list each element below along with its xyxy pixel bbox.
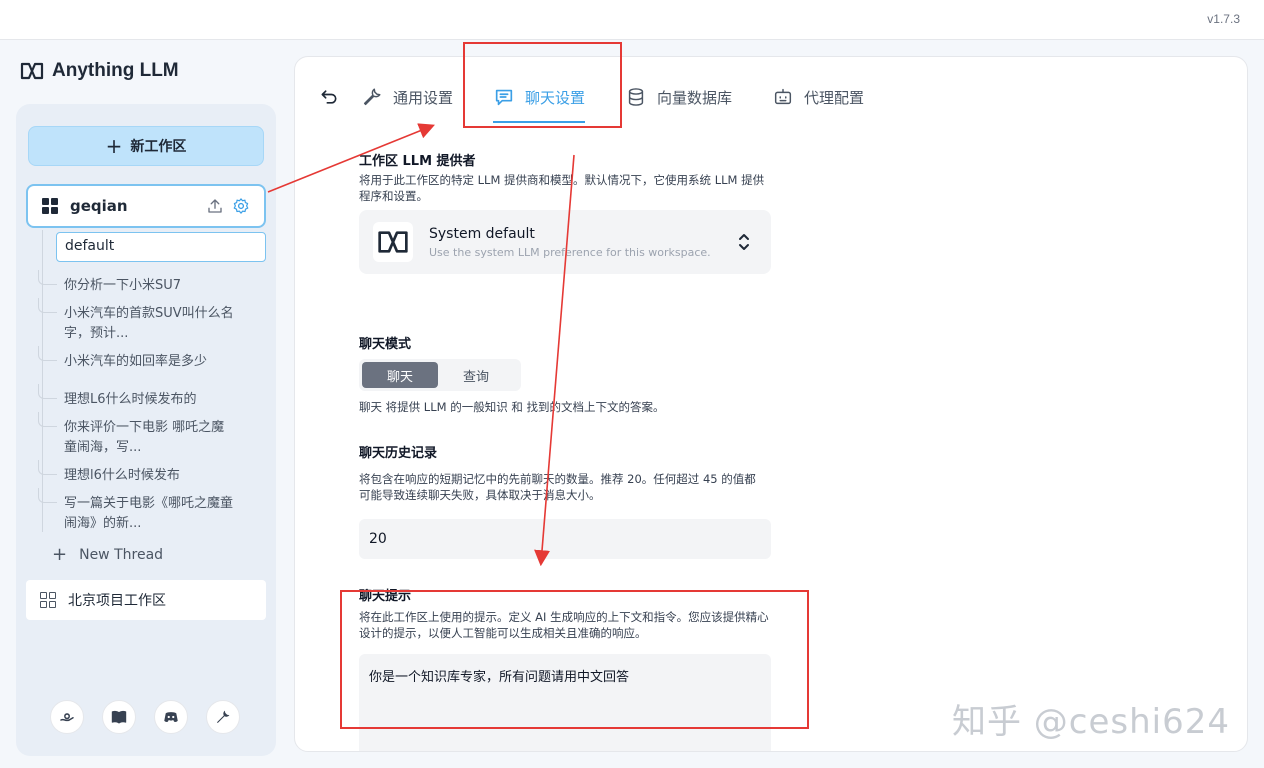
tab-general-settings[interactable]: 通用设置 (361, 79, 453, 115)
version-label: v1.7.3 (1207, 12, 1240, 26)
tab-vector-database[interactable]: 向量数据库 (625, 79, 732, 115)
robot-icon (774, 88, 792, 105)
provider-desc: Use the system LLM preference for this w… (429, 245, 711, 259)
workspace-item[interactable]: 北京项目工作区 (26, 580, 266, 620)
discord-button[interactable] (154, 700, 188, 734)
community-hub-button[interactable] (50, 700, 84, 734)
thread-item[interactable]: 小米汽车的如回率是多少 (38, 346, 234, 372)
tab-label: 代理配置 (804, 88, 865, 107)
new-workspace-label: 新工作区 (130, 139, 187, 155)
docs-book-icon (111, 710, 127, 724)
anythingllm-logo-icon (20, 62, 44, 80)
chat-mode-desc: 聊天 将提供 LLM 的一般知识 和 找到的文档上下文的答案。 (359, 400, 665, 414)
thread-item-default[interactable]: default (56, 232, 266, 262)
settings-wrench-icon (217, 710, 230, 723)
watermark-text: 知乎 @ceshi624 (952, 702, 1231, 742)
thread-item[interactable]: 你来评价一下电影 哪吒之魔童闹海，写... (38, 412, 234, 458)
gear-icon[interactable] (232, 197, 250, 215)
plus-icon: + (52, 544, 68, 565)
settings-button[interactable] (206, 700, 240, 734)
tab-label: 通用设置 (393, 88, 454, 107)
chat-prompt-title: 聊天提示 (359, 589, 412, 604)
new-thread-button[interactable]: + New Thread (52, 544, 163, 565)
docs-button[interactable] (102, 700, 136, 734)
settings-tabs: 通用设置 聊天设置 向量数据库 代理配置 (319, 79, 904, 123)
sidebar: + 新工作区 geqian default 你分析一下小米SU7 小米汽车的首款… (16, 104, 276, 756)
wrench-icon (363, 88, 381, 106)
thread-item[interactable]: 小米汽车的首款SUV叫什么名字，预计... (38, 298, 234, 344)
chat-history-title: 聊天历史记录 (359, 446, 438, 461)
thread-item[interactable]: 理想l6什么时候发布 (38, 460, 234, 486)
chat-mode-toggle: 聊天 查询 (359, 359, 521, 391)
workspace-item-active[interactable]: geqian (26, 184, 266, 228)
app-container: Anything LLM + 新工作区 geqian default 你分析一下… (0, 40, 1264, 768)
tab-label: 向量数据库 (657, 88, 733, 107)
workspace-grid-icon (42, 198, 58, 214)
chat-prompt-desc: 将在此工作区上使用的提示。定义 AI 生成响应的上下文和指令。您应该提供精心设计… (359, 610, 769, 640)
provider-logo (373, 222, 413, 262)
community-hub-icon (60, 713, 74, 722)
anythingllm-logo-icon (378, 231, 408, 253)
llm-provider-select[interactable]: System default Use the system LLM prefer… (359, 210, 771, 274)
chat-history-desc: 将包含在响应的短期记忆中的先前聊天的数量。推荐 20。任何超过 45 的值都可能… (359, 472, 756, 502)
settings-panel: 通用设置 聊天设置 向量数据库 代理配置 工作区 LLM 提供者 将用于此工作区… (294, 56, 1248, 752)
chat-mode-title: 聊天模式 (359, 337, 412, 352)
thread-item[interactable]: 写一篇关于电影《哪吒之魔童闹海》的新... (38, 488, 234, 534)
chat-mode-option-query[interactable]: 查询 (438, 362, 514, 388)
new-thread-label: New Thread (79, 546, 164, 563)
brand-name: Anything LLM (52, 60, 179, 81)
llm-provider-title: 工作区 LLM 提供者 (359, 154, 476, 169)
upload-icon[interactable] (206, 197, 224, 215)
thread-item[interactable]: 理想L6什么时候发布的 (38, 384, 234, 410)
tab-label: 聊天设置 (525, 88, 586, 107)
llm-provider-desc: 将用于此工作区的特定 LLM 提供商和模型。默认情况下，它使用系统 LLM 提供… (359, 173, 765, 203)
title-bar: v1.7.3 (0, 0, 1264, 40)
tab-chat-settings[interactable]: 聊天设置 (493, 79, 586, 123)
workspace-name: 北京项目工作区 (68, 593, 166, 609)
chevron-up-down-icon (739, 234, 749, 250)
plus-icon: + (105, 134, 123, 158)
database-icon (628, 88, 644, 106)
new-workspace-button[interactable]: + 新工作区 (28, 126, 264, 166)
chat-mode-option-chat[interactable]: 聊天 (362, 362, 438, 388)
discord-icon (164, 712, 178, 722)
chat-icon (495, 89, 513, 106)
workspace-grid-outline-icon (40, 592, 56, 608)
chat-prompt-textarea[interactable]: 你是一个知识库专家，所有问题请用中文回答 (359, 654, 771, 751)
brand-logo: Anything LLM (20, 60, 179, 82)
workspace-name: geqian (70, 197, 128, 215)
thread-item[interactable]: 你分析一下小米SU7 (38, 270, 234, 296)
provider-name: System default (429, 225, 535, 242)
tab-agent-config[interactable]: 代理配置 (772, 79, 864, 115)
chat-history-input[interactable]: 20 (359, 519, 771, 559)
sidebar-footer (50, 700, 240, 734)
back-arrow-icon[interactable] (319, 87, 339, 107)
